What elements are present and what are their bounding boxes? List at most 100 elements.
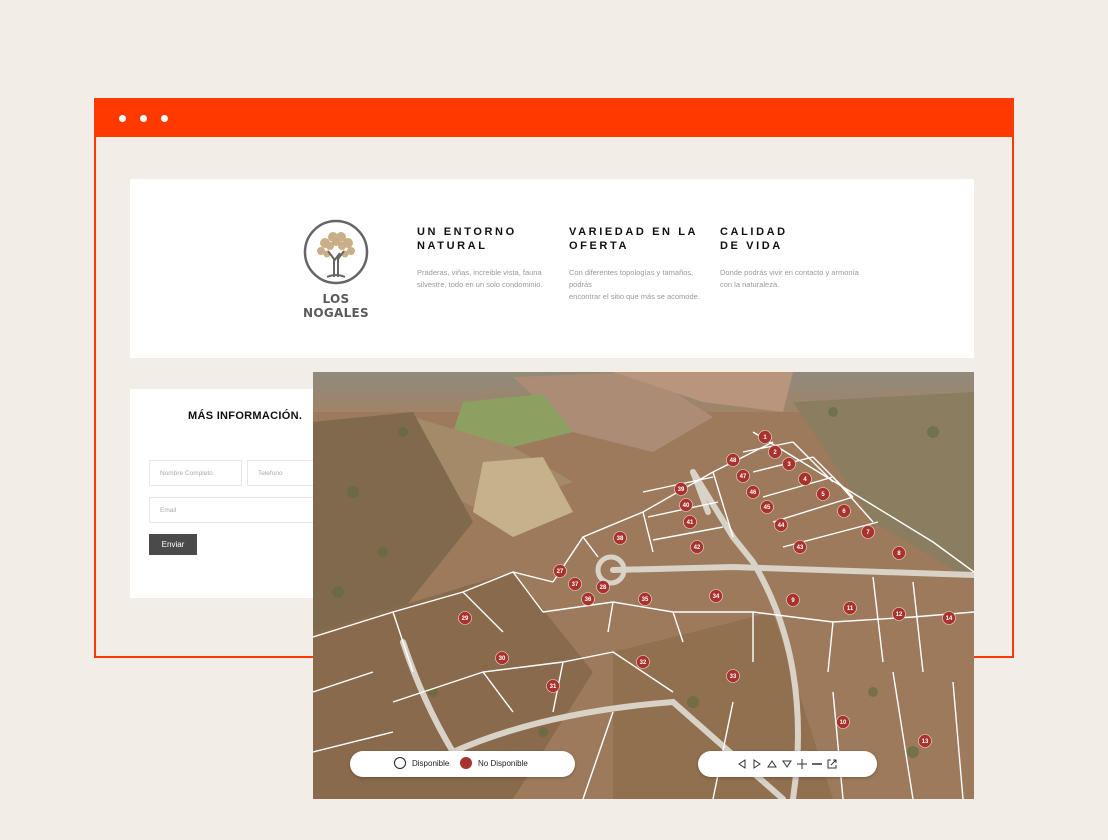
- lot-marker[interactable]: 29: [458, 611, 472, 625]
- lot-number: 40: [683, 503, 690, 509]
- feature-natural: UN ENTORNO NATURAL Praderas, viñas, incre…: [417, 225, 562, 291]
- email-input[interactable]: [149, 497, 320, 523]
- feature-description: Donde podrás vivir en contacto y armonía…: [720, 268, 859, 289]
- lot-number: 35: [642, 597, 649, 603]
- lot-number: 30: [499, 656, 506, 662]
- lot-marker[interactable]: 35: [638, 592, 652, 606]
- lot-marker[interactable]: 3: [782, 457, 796, 471]
- lot-number: 29: [462, 616, 469, 622]
- lot-marker[interactable]: 38: [613, 531, 627, 545]
- lot-marker[interactable]: 2: [768, 445, 782, 459]
- lot-marker[interactable]: 48: [726, 453, 740, 467]
- lot-marker[interactable]: 46: [746, 485, 760, 499]
- lot-marker[interactable]: 6: [837, 504, 851, 518]
- up-arrow-icon[interactable]: [766, 758, 778, 770]
- lot-map[interactable]: 1 2 3 4 5 6 7 8 9 10 11 12 13 14 27 28 29 30 31 32 33 34 35 36 3…: [313, 372, 974, 799]
- feature-description: Praderas, viñas, increible vista, fauna s…: [417, 268, 543, 289]
- lot-number: 48: [730, 458, 737, 464]
- lot-marker[interactable]: 10: [836, 715, 850, 729]
- feature-title: CALIDAD DE VIDA: [720, 226, 788, 252]
- right-arrow-icon[interactable]: [751, 758, 763, 770]
- lot-marker[interactable]: 32: [636, 655, 650, 669]
- lot-marker[interactable]: 8: [892, 546, 906, 560]
- window-dot: [140, 115, 147, 122]
- lot-number: 31: [550, 684, 557, 690]
- lot-number: 10: [840, 720, 847, 726]
- lot-number: 44: [778, 523, 785, 529]
- external-link-icon[interactable]: [826, 758, 838, 770]
- lot-marker[interactable]: 42: [690, 540, 704, 554]
- lot-number: 43: [797, 545, 804, 551]
- lot-number: 28: [600, 585, 607, 591]
- lot-number: 46: [750, 490, 757, 496]
- submit-button[interactable]: Enviar: [149, 534, 197, 555]
- lot-number: 13: [922, 739, 929, 745]
- lot-number: 47: [740, 474, 747, 480]
- lot-marker[interactable]: 14: [942, 611, 956, 625]
- lot-marker[interactable]: 7: [861, 525, 875, 539]
- lot-marker[interactable]: 27: [553, 564, 567, 578]
- lot-marker[interactable]: 1: [758, 430, 772, 444]
- tree-logo-icon: [303, 219, 369, 285]
- lot-marker[interactable]: 43: [793, 540, 807, 554]
- lot-marker[interactable]: 28: [596, 580, 610, 594]
- lot-number: 41: [687, 520, 694, 526]
- lot-marker[interactable]: 34: [709, 589, 723, 603]
- aerial-map[interactable]: 1234567891011121314272829303132333435363…: [313, 372, 974, 799]
- hero-section: LOS NOGALES UN ENTORNO NATURAL Praderas, …: [130, 179, 974, 358]
- lot-number: 33: [730, 674, 737, 680]
- lot-number: 37: [572, 582, 579, 588]
- map-controls: [698, 751, 877, 777]
- lot-marker[interactable]: 12: [892, 607, 906, 621]
- lot-number: 11: [847, 606, 854, 612]
- lot-number: 36: [585, 597, 592, 603]
- down-arrow-icon[interactable]: [781, 758, 793, 770]
- feature-variety: VARIEDAD EN LA OFERTA Con diferentes topo…: [569, 225, 714, 303]
- lot-marker[interactable]: 5: [816, 487, 830, 501]
- window-dot: [119, 115, 126, 122]
- feature-quality: CALIDAD DE VIDA Donde podrás vivir en con…: [720, 225, 865, 291]
- lot-marker[interactable]: 4: [798, 472, 812, 486]
- lot-marker[interactable]: 13: [918, 734, 932, 748]
- lot-marker[interactable]: 44: [774, 518, 788, 532]
- feature-title: VARIEDAD EN LA OFERTA: [569, 226, 699, 252]
- move-icon[interactable]: [796, 758, 808, 770]
- phone-input[interactable]: [247, 460, 320, 486]
- lot-marker[interactable]: 40: [679, 498, 693, 512]
- zoom-out-icon[interactable]: [811, 758, 823, 770]
- lot-marker[interactable]: 39: [674, 482, 688, 496]
- form-title: MÁS INFORMACIÓN.: [188, 410, 303, 422]
- feature-title: UN ENTORNO NATURAL: [417, 226, 517, 252]
- logo[interactable]: LOS NOGALES: [290, 219, 382, 320]
- lot-marker[interactable]: 45: [760, 500, 774, 514]
- lot-number: 14: [946, 616, 953, 622]
- lot-number: 34: [713, 594, 720, 600]
- lot-marker[interactable]: 11: [843, 601, 857, 615]
- lot-number: 39: [678, 487, 685, 493]
- lot-marker[interactable]: 41: [683, 515, 697, 529]
- brand-name: LOS NOGALES: [303, 292, 369, 320]
- lot-marker[interactable]: 36: [581, 592, 595, 606]
- lot-number: 42: [694, 545, 701, 551]
- lot-marker[interactable]: 31: [546, 679, 560, 693]
- available-circle-icon: [394, 757, 406, 769]
- full-name-input[interactable]: [149, 460, 242, 486]
- lot-marker[interactable]: 47: [736, 469, 750, 483]
- lot-marker[interactable]: 30: [495, 651, 509, 665]
- lot-marker[interactable]: 37: [568, 577, 582, 591]
- availability-legend: Disponible No Disponible: [350, 751, 575, 777]
- lot-marker[interactable]: 33: [726, 669, 740, 683]
- window-dot: [161, 115, 168, 122]
- lot-number: 27: [557, 569, 564, 575]
- lot-number: 45: [764, 505, 771, 511]
- legend-available-label: Disponible: [412, 759, 450, 768]
- contact-form: MÁS INFORMACIÓN. Enviar: [130, 389, 320, 598]
- lot-number: 32: [640, 660, 647, 666]
- left-arrow-icon[interactable]: [736, 758, 748, 770]
- unavailable-circle-icon: [460, 757, 472, 769]
- feature-description: Con diferentes topologías y tamaños, pod…: [569, 268, 700, 301]
- lot-number: 38: [617, 536, 624, 542]
- lot-marker[interactable]: 9: [786, 593, 800, 607]
- lot-number: 12: [896, 612, 903, 618]
- title-bar: [96, 100, 1012, 137]
